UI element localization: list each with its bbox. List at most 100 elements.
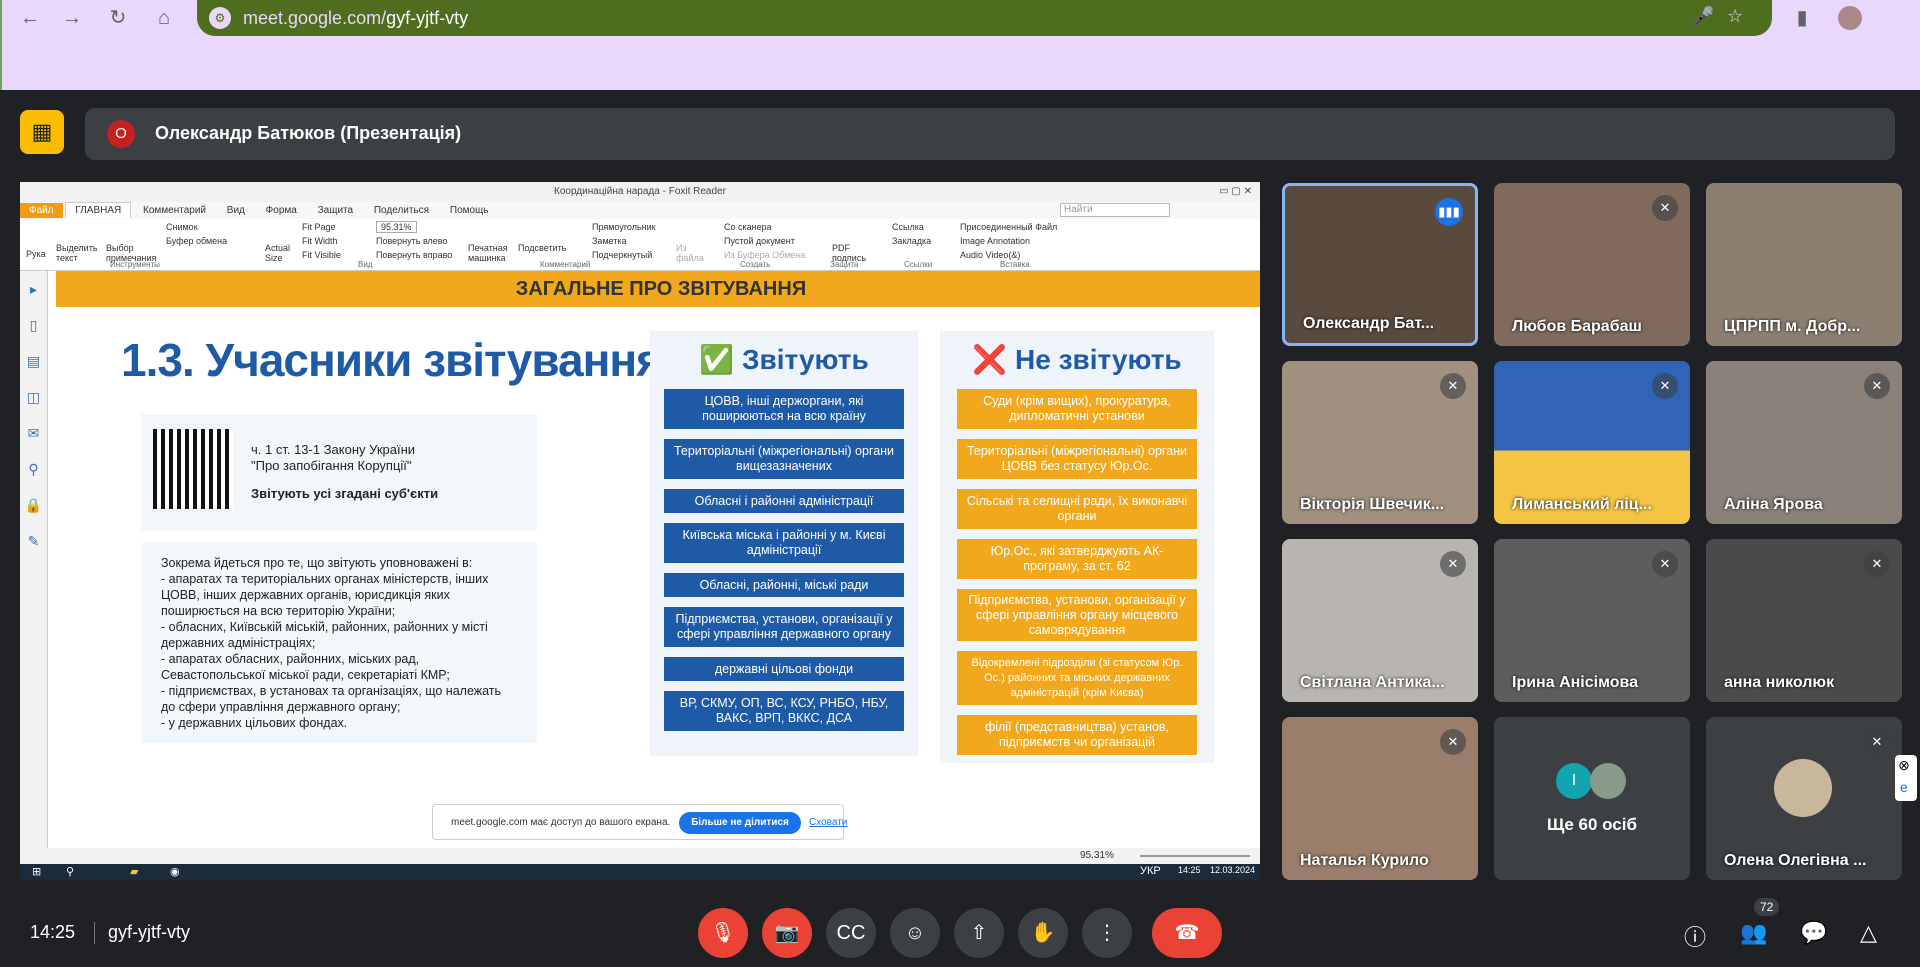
page-icon[interactable]: ▯ (20, 307, 47, 343)
rectangle-tool[interactable]: Прямоугольник (592, 222, 656, 232)
stop-sharing-button[interactable]: Більше не ділитися (679, 812, 801, 834)
status-zoom[interactable]: 95.31% (1080, 850, 1114, 861)
tab-view[interactable]: Вид (218, 203, 254, 218)
clipboard-tool[interactable]: Буфер обмена (166, 236, 227, 246)
tab-share[interactable]: Поделиться (365, 203, 438, 218)
tab-file[interactable]: Файл (20, 203, 63, 218)
highlight-tool[interactable]: Подсветить (518, 243, 566, 253)
people-icon[interactable]: 👥 (1740, 920, 1767, 946)
close-circle-icon[interactable]: ⊗ (1898, 757, 1910, 774)
leave-call-button[interactable]: ☎ (1152, 908, 1222, 958)
presentation-icon[interactable]: ▦ (20, 110, 64, 154)
back-arrow-icon[interactable]: ← (18, 6, 42, 30)
qr-code (153, 429, 233, 509)
explorer-icon[interactable]: ▰ (130, 865, 138, 878)
site-info-icon[interactable]: ⚙ (209, 7, 231, 29)
search-input[interactable]: Найти (1060, 203, 1170, 217)
taskbar-lang[interactable]: УКР (1140, 865, 1161, 877)
fit-width-tool[interactable]: Fit Width (302, 236, 338, 246)
participant-tile[interactable]: ✕ Аліна Ярова (1706, 361, 1902, 524)
attachment-icon[interactable]: ⚲ (20, 451, 47, 487)
from-clipboard-tool[interactable]: Из Буфера Обмена (724, 250, 805, 260)
microphone-icon[interactable]: 🎤 (1692, 6, 1714, 27)
home-icon[interactable]: ⌂ (152, 6, 176, 30)
participant-tile[interactable]: ЦПРПП м. Добр... (1706, 183, 1902, 346)
hide-link[interactable]: Сховати (809, 817, 847, 828)
forward-arrow-icon[interactable]: → (60, 6, 84, 30)
blank-doc-tool[interactable]: Пустой документ (724, 236, 795, 246)
scanner-tool[interactable]: Со сканера (724, 222, 772, 232)
from-file-tool[interactable]: Из файла (676, 243, 706, 263)
participant-tile[interactable]: ✕ анна николюк (1706, 539, 1902, 702)
fit-visible-tool[interactable]: Fit Visible (302, 250, 341, 260)
attached-file-tool[interactable]: Присоединенный Файл (960, 222, 1057, 232)
note-tool[interactable]: Заметка (592, 236, 627, 246)
chrome-icon[interactable]: ◉ (170, 865, 180, 878)
windows-taskbar: ⊞ ⚲ ▰ ◉ УКР 14:25 12.03.2024 (20, 864, 1260, 880)
rotate-left-tool[interactable]: Повернуть влево (376, 236, 447, 246)
expand-icon[interactable]: ▸ (20, 271, 47, 307)
tools-icon[interactable]: ✎ (20, 523, 47, 559)
audio-video-tool[interactable]: Audio Video(&) (960, 250, 1020, 260)
fit-page-tool[interactable]: Fit Page (302, 222, 336, 232)
select-text-tool[interactable]: Выделить текст (56, 243, 100, 263)
tab-help[interactable]: Помощь (441, 203, 498, 218)
tab-home[interactable]: ГЛАВНАЯ (65, 202, 132, 218)
participant-tile[interactable]: ✕ Любов Барабаш (1494, 183, 1690, 346)
chat-icon[interactable]: 💬 (1800, 920, 1827, 946)
zoom-slider[interactable] (1140, 855, 1250, 857)
captions-button[interactable]: CC (826, 908, 876, 958)
report-item: Підприємства, установи, організації у сф… (664, 607, 904, 647)
present-button[interactable]: ⇧ (954, 908, 1004, 958)
search-icon[interactable]: ⚲ (66, 865, 74, 878)
extension-icon[interactable]: e (1900, 779, 1908, 795)
reload-icon[interactable]: ↻ (106, 6, 130, 30)
image-annotation-tool[interactable]: Image Annotation (960, 236, 1030, 246)
participant-tile[interactable]: ✕ Ірина Анісімова (1494, 539, 1690, 702)
underline-tool[interactable]: Подчеркнутый (592, 250, 652, 260)
meeting-time: 14:25 (30, 922, 76, 942)
meet-window: ▦ О Олександр Батюков (Презентація) Коор… (0, 90, 1920, 967)
participant-tile[interactable]: ✕ Вікторія Швечик... (1282, 361, 1478, 524)
participant-tile[interactable]: ✕ Наталья Курило (1282, 717, 1478, 880)
tab-form[interactable]: Форма (257, 203, 306, 218)
reactions-button[interactable]: ☺ (890, 908, 940, 958)
participant-tile[interactable]: ▮▮▮ Олександр Бат... (1282, 183, 1478, 346)
raise-hand-button[interactable]: ✋ (1018, 908, 1068, 958)
no-report-heading: ❌ Не звітують (972, 344, 1182, 375)
more-options-button[interactable]: ⋮ (1082, 908, 1132, 958)
window-controls-icon[interactable]: ▭ ▢ ✕ (1219, 182, 1252, 202)
report-item: ЦОВВ, інші держоргани, які поширюються н… (664, 389, 904, 429)
pages-icon[interactable]: ▤ (20, 343, 47, 379)
windows-start-icon[interactable]: ⊞ (32, 865, 41, 878)
actual-size-tool[interactable]: Actual Size (265, 243, 295, 263)
report-item: ВР, СКМУ, ОП, ВС, КСУ, РНБО, НБУ, ВАКС, … (664, 691, 904, 731)
zoom-select[interactable]: 95.31% (376, 221, 417, 233)
link-tool[interactable]: Ссылка (892, 222, 924, 232)
tab-comment[interactable]: Комментарий (134, 203, 215, 218)
comments-icon[interactable]: ✉ (20, 415, 47, 451)
activities-icon[interactable]: △ (1860, 920, 1877, 946)
mic-toggle-button[interactable]: 🎙 (698, 908, 748, 958)
tab-protect[interactable]: Защита (309, 203, 362, 218)
address-bar[interactable]: ⚙ meet.google.com/gyf-yjtf-vty 🎤 ☆ (197, 0, 1772, 36)
hand-tool[interactable]: Рука (26, 249, 46, 259)
rotate-right-tool[interactable]: Повернуть вправо (376, 250, 452, 260)
lock-icon[interactable]: 🔒 (20, 487, 47, 523)
participant-name: Вікторія Швечик... (1300, 496, 1445, 513)
layers-icon[interactable]: ◫ (20, 379, 47, 415)
bookmark-star-icon[interactable]: ☆ (1727, 6, 1743, 27)
participant-tile[interactable]: ✕ Світлана Антика... (1282, 539, 1478, 702)
participant-name: анна николюк (1724, 674, 1835, 691)
participant-tile[interactable]: ✕ Лиманський ліц... (1494, 361, 1690, 524)
participant-tile[interactable]: ✕ Олена Олегівна ... (1706, 717, 1902, 880)
profile-avatar[interactable] (1838, 6, 1862, 30)
bookmark-tool[interactable]: Закладка (892, 236, 931, 246)
snapshot-tool[interactable]: Снимок (166, 222, 198, 232)
side-panel-icon[interactable]: ▮ (1790, 6, 1814, 30)
typewriter-tool[interactable]: Печатная машинка (468, 243, 510, 263)
info-icon[interactable]: ⓘ (1684, 920, 1706, 952)
cross-icon: ❌ (972, 344, 1008, 375)
more-participants-tile[interactable]: І Ще 60 осіб (1494, 717, 1690, 880)
camera-toggle-button[interactable]: 📷 (762, 908, 812, 958)
